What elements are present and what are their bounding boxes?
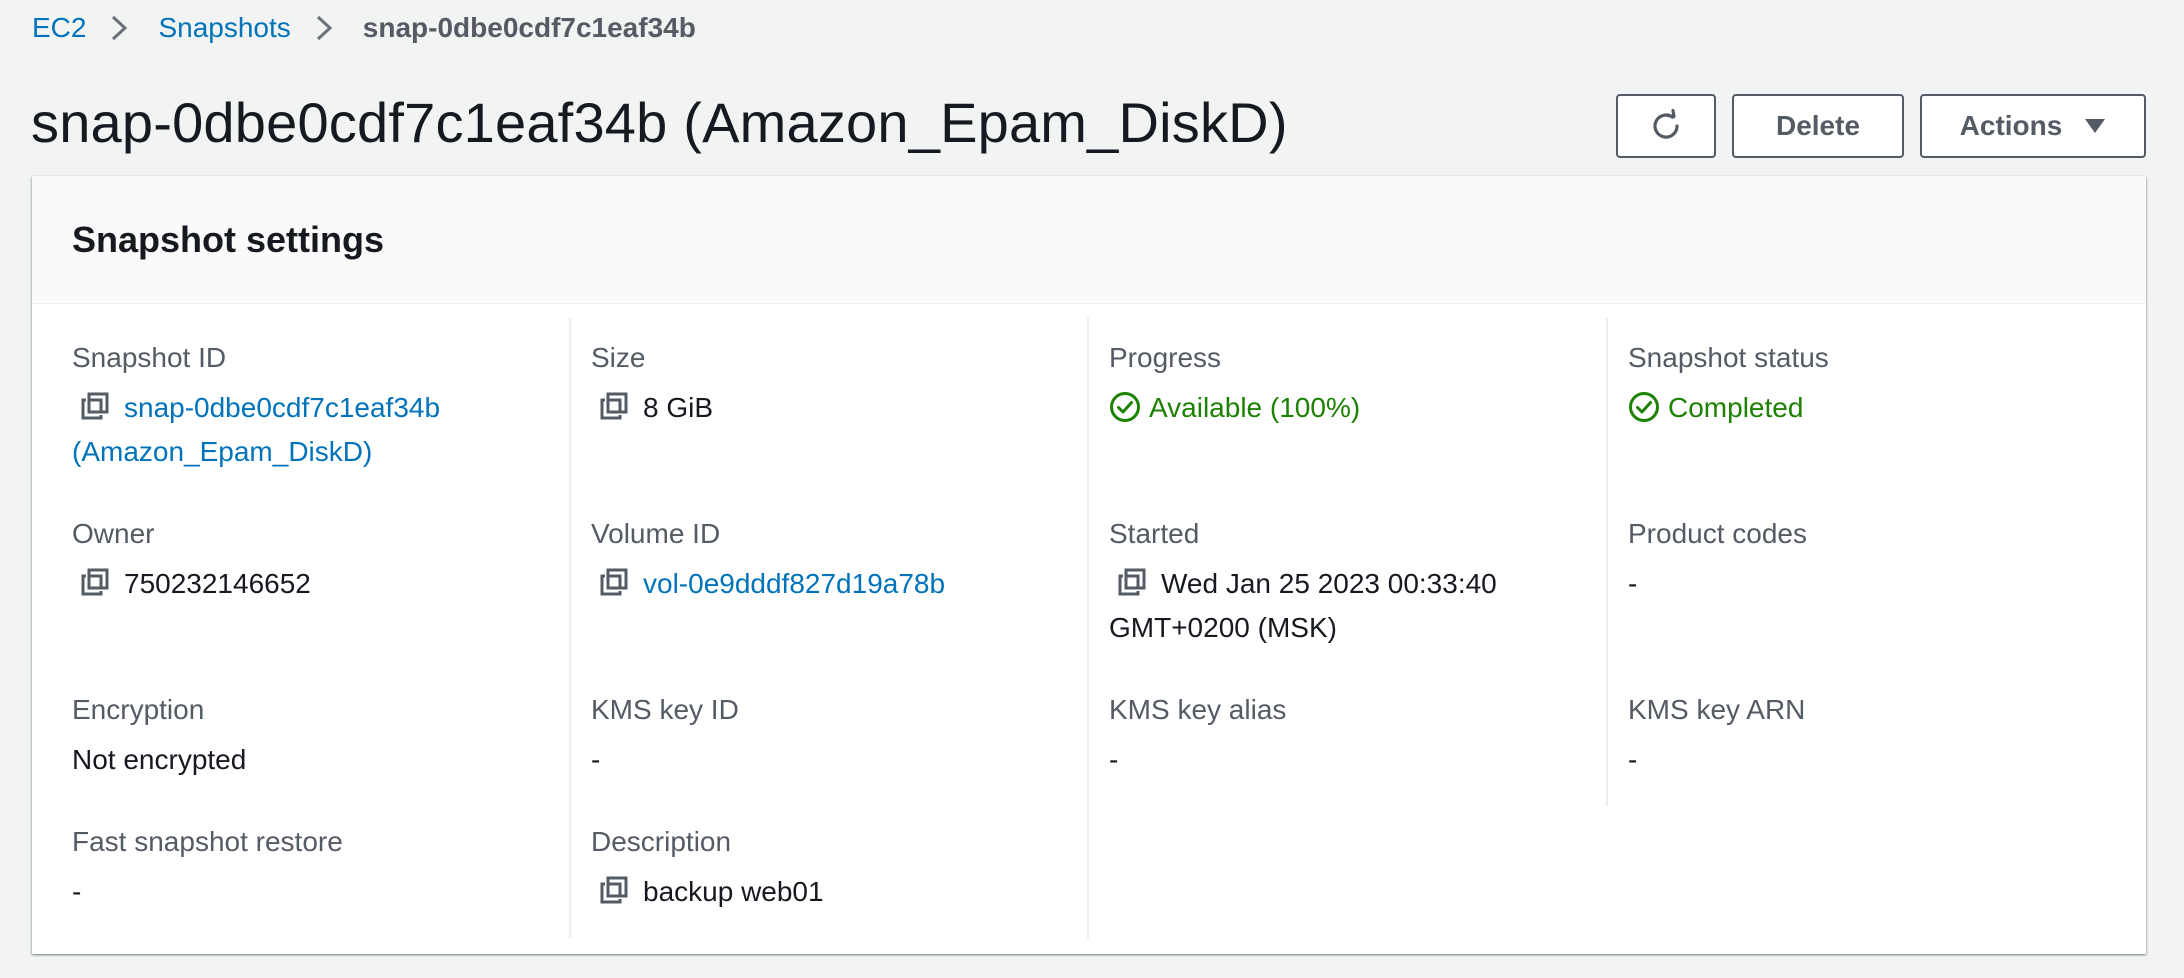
breadcrumb-snapshots-link[interactable]: Snapshots bbox=[158, 12, 290, 44]
started-value-date: Wed Jan 25 2023 00:33:40 bbox=[1161, 568, 1497, 599]
field-value: backup web01 bbox=[591, 870, 1071, 914]
field-size: Size 8 GiB bbox=[591, 340, 1071, 430]
field-value: Not encrypted bbox=[72, 744, 247, 775]
field-value: Wed Jan 25 2023 00:33:40 GMT+0200 (MSK) bbox=[1109, 562, 1589, 650]
caret-down-icon bbox=[2085, 119, 2106, 133]
field-value: Available (100%) bbox=[1109, 386, 1589, 430]
status-success-icon bbox=[1110, 392, 1140, 422]
field-kms-key-alias: KMS key alias - bbox=[1109, 692, 1589, 782]
settings-grid: Snapshot ID snap-0dbe0cdf7c1eaf34b (Amaz… bbox=[32, 304, 2146, 954]
field-label: KMS key alias bbox=[1109, 694, 1287, 725]
field-value: 8 GiB bbox=[591, 386, 1071, 430]
owner-value: 750232146652 bbox=[124, 568, 311, 599]
chevron-right-icon bbox=[110, 12, 132, 44]
field-snapshot-id: Snapshot ID snap-0dbe0cdf7c1eaf34b (Amaz… bbox=[72, 340, 552, 474]
field-volume-id: Volume ID vol-0e9dddf827d19a78b bbox=[591, 516, 1071, 606]
field-label: Product codes bbox=[1628, 518, 1807, 549]
field-description: Description backup web01 bbox=[591, 824, 1071, 914]
copy-icon[interactable] bbox=[1117, 567, 1147, 597]
field-fast-snapshot-restore: Fast snapshot restore - bbox=[72, 824, 552, 914]
actions-dropdown-button[interactable]: Actions bbox=[1920, 94, 2146, 158]
field-value: Completed bbox=[1628, 386, 2108, 430]
field-value: 750232146652 bbox=[72, 562, 552, 606]
field-value: snap-0dbe0cdf7c1eaf34b (Amazon_Epam_Disk… bbox=[72, 386, 552, 474]
started-value-tz: GMT+0200 (MSK) bbox=[1109, 612, 1337, 643]
copy-icon[interactable] bbox=[599, 391, 629, 421]
field-label: Owner bbox=[72, 518, 155, 549]
field-value: - bbox=[72, 876, 82, 907]
field-label: KMS key ID bbox=[591, 694, 739, 725]
breadcrumb-current: snap-0dbe0cdf7c1eaf34b bbox=[362, 12, 696, 43]
page-title: snap-0dbe0cdf7c1eaf34b (Amazon_Epam_Disk… bbox=[31, 91, 1288, 154]
field-snapshot-status: Snapshot status Completed bbox=[1628, 340, 2108, 430]
field-label: Size bbox=[591, 342, 646, 373]
field-value: - bbox=[1628, 568, 1638, 599]
snapshot-id-link[interactable]: snap-0dbe0cdf7c1eaf34b bbox=[124, 392, 440, 423]
actions-label: Actions bbox=[1959, 110, 2063, 141]
field-kms-key-id: KMS key ID - bbox=[591, 692, 1071, 782]
field-started: Started Wed Jan 25 2023 00:33:40 GMT+020… bbox=[1109, 516, 1589, 650]
field-label: Snapshot ID bbox=[72, 342, 227, 373]
field-value: vol-0e9dddf827d19a78b bbox=[591, 562, 1071, 606]
column-divider bbox=[1606, 318, 1608, 806]
chevron-right-icon bbox=[315, 12, 337, 44]
field-value: - bbox=[1628, 744, 1638, 775]
field-label: Encryption bbox=[72, 694, 205, 725]
field-label: Fast snapshot restore bbox=[72, 826, 343, 857]
snapshot-settings-panel: Snapshot settings Snapshot ID snap-0dbe0… bbox=[32, 176, 2146, 954]
panel-title: Snapshot settings bbox=[72, 218, 385, 260]
volume-id-link[interactable]: vol-0e9dddf827d19a78b bbox=[643, 568, 945, 599]
field-label: Started bbox=[1109, 518, 1200, 549]
progress-value: Available (100%) bbox=[1149, 392, 1361, 423]
size-value: 8 GiB bbox=[643, 392, 714, 423]
refresh-button[interactable] bbox=[1616, 94, 1716, 158]
field-kms-key-arn: KMS key ARN - bbox=[1628, 692, 2108, 782]
field-value: - bbox=[1109, 744, 1119, 775]
breadcrumb-ec2-link[interactable]: EC2 bbox=[32, 12, 86, 44]
delete-button[interactable]: Delete bbox=[1732, 94, 1904, 158]
field-product-codes: Product codes - bbox=[1628, 516, 2108, 606]
panel-header: Snapshot settings bbox=[32, 176, 2146, 304]
field-value: - bbox=[591, 744, 601, 775]
snapshot-name-link[interactable]: (Amazon_Epam_DiskD) bbox=[72, 436, 372, 467]
copy-icon[interactable] bbox=[80, 391, 110, 421]
refresh-icon bbox=[1653, 108, 1679, 139]
field-label: Volume ID bbox=[591, 518, 721, 549]
field-label: Snapshot status bbox=[1628, 342, 1829, 373]
field-label: KMS key ARN bbox=[1628, 694, 1806, 725]
field-label: Description bbox=[591, 826, 732, 857]
status-badge: Completed bbox=[1668, 392, 1804, 423]
column-divider bbox=[1087, 318, 1089, 938]
field-label: Progress bbox=[1109, 342, 1222, 373]
description-value: backup web01 bbox=[643, 876, 824, 907]
copy-icon[interactable] bbox=[599, 567, 629, 597]
copy-icon[interactable] bbox=[80, 567, 110, 597]
status-success-icon bbox=[1629, 392, 1659, 422]
field-owner: Owner 750232146652 bbox=[72, 516, 552, 606]
field-encryption: Encryption Not encrypted bbox=[72, 692, 552, 782]
breadcrumb: EC2 Snapshots snap-0dbe0cdf7c1eaf34b bbox=[32, 10, 696, 46]
copy-icon[interactable] bbox=[599, 875, 629, 905]
column-divider bbox=[569, 318, 571, 938]
field-progress: Progress Available (100%) bbox=[1109, 340, 1589, 430]
